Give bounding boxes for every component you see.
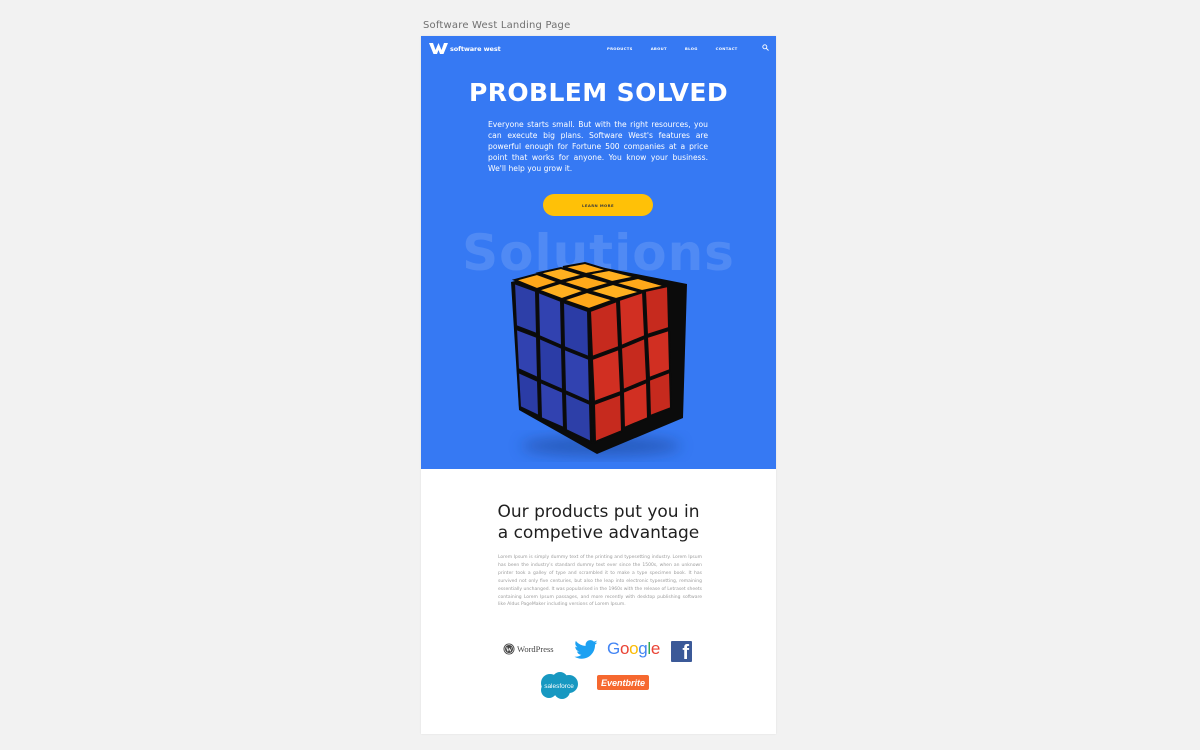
products-title-line-1: Our products put you in — [497, 502, 700, 522]
rubiks-cube-image — [511, 261, 687, 456]
nav-link-about[interactable]: ABOUT — [651, 46, 667, 51]
salesforce-wordmark: salesforce — [544, 683, 574, 690]
search-icon[interactable] — [762, 44, 769, 51]
wordpress-wordmark: WordPress — [517, 644, 554, 654]
artboard-label: Software West Landing Page — [423, 20, 571, 31]
hero-description: Everyone starts small. But with the righ… — [488, 120, 708, 173]
facebook-f: f — [682, 642, 689, 662]
landing-page-artboard: software west PRODUCTS ABOUT BLOG CONTAC… — [421, 36, 776, 734]
eventbrite-wordmark: Eventbrite — [600, 677, 645, 688]
learn-more-button[interactable]: LEARN MORE — [543, 194, 653, 216]
google-logo: Google — [607, 639, 660, 659]
salesforce-logo: salesforce — [541, 672, 578, 699]
eventbrite-logo: Eventbrite — [597, 675, 649, 690]
hero-title: PROBLEM SOLVED — [469, 78, 728, 107]
brand-name: software west — [450, 44, 501, 53]
google-wordmark: Google — [607, 639, 661, 658]
nav-link-contact[interactable]: CONTACT — [716, 46, 738, 51]
top-nav: software west PRODUCTS ABOUT BLOG CONTAC… — [421, 36, 776, 60]
nav-link-products[interactable]: PRODUCTS — [607, 46, 633, 51]
wordpress-logo: W WordPress — [503, 643, 554, 655]
brand-logo[interactable]: software west — [429, 43, 501, 54]
products-description: Lorem Ipsum is simply dummy text of the … — [498, 555, 702, 608]
products-title: Our products put you in a competive adva… — [421, 502, 776, 544]
svg-text:W: W — [506, 646, 513, 653]
software-west-logo-icon — [429, 43, 448, 54]
nav-links: PRODUCTS ABOUT BLOG CONTACT — [607, 46, 756, 51]
facebook-logo: f — [671, 641, 692, 662]
twitter-logo — [574, 640, 598, 659]
products-title-line-2: a competive advantage — [497, 523, 700, 543]
wordpress-icon: W — [503, 643, 515, 655]
nav-link-blog[interactable]: BLOG — [685, 46, 698, 51]
hero-section: software west PRODUCTS ABOUT BLOG CONTAC… — [421, 36, 776, 469]
